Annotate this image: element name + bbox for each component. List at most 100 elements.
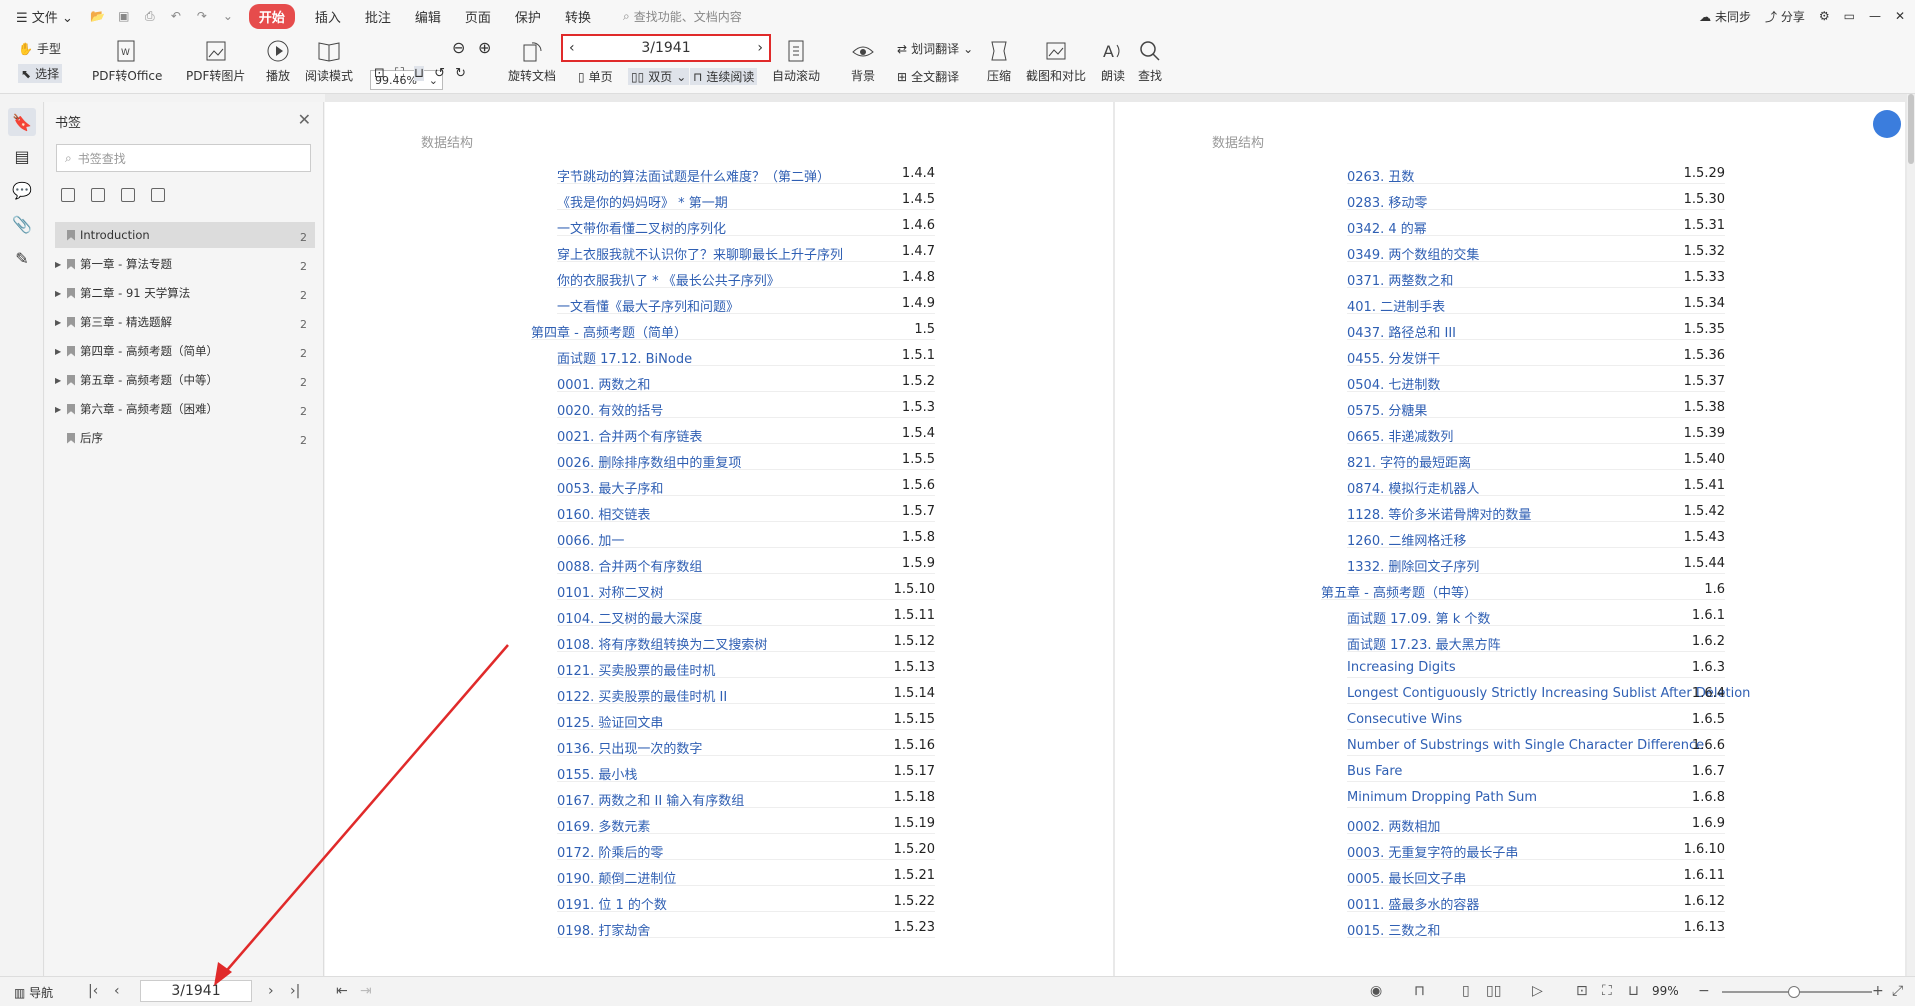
share-button[interactable]: ⤴ 分享 [1765,8,1805,25]
toc-row[interactable]: 0198. 打家劫舍 1.5.23 [557,918,935,939]
last-page-icon[interactable]: ›| [290,983,300,999]
toc-row[interactable]: 0121. 买卖股票的最佳时机 1.5.13 [557,658,935,679]
fit-page-icon[interactable]: ⛶ [1602,983,1612,999]
actual-size-icon[interactable]: ⊡ [1576,983,1588,999]
redo-icon[interactable]: ↷ [191,7,213,25]
fit-width-icon[interactable]: ⊔ [1628,983,1639,999]
continuous-icon[interactable]: ⊓ [1414,983,1425,999]
background-button[interactable]: 背景 [850,38,876,84]
toc-row[interactable]: 0263. 丑数 1.5.29 [1347,164,1725,185]
toc-row[interactable]: 0020. 有效的括号 1.5.3 [557,398,935,419]
play-button[interactable]: 播放 [265,38,291,84]
toc-row[interactable]: Consecutive Wins 1.6.5 [1347,710,1725,730]
toc-row[interactable]: 0104. 二叉树的最大深度 1.5.11 [557,606,935,627]
expand-arrow-icon[interactable]: ▶ [55,405,67,414]
auto-scroll-button[interactable]: 自动滚动 [772,38,820,84]
toc-row[interactable]: 面试题 17.12. BiNode 1.5.1 [557,346,935,367]
toc-row[interactable]: 0874. 模拟行走机器人 1.5.41 [1347,476,1725,497]
zoom-slider-handle[interactable] [1788,986,1800,998]
toc-row[interactable]: 0575. 分糖果 1.5.38 [1347,398,1725,419]
forward-icon[interactable]: ⇥ [360,983,372,999]
read-aloud-button[interactable]: A 朗读 [1100,38,1126,84]
rotate-right-icon[interactable]: ↻ [455,66,466,81]
page-number-input[interactable]: 3/1941 [140,980,252,1002]
attachment-icon[interactable]: 📎 [8,210,36,238]
toc-row[interactable]: 0437. 路径总和 III 1.5.35 [1347,320,1725,341]
expand-all-icon[interactable] [61,188,75,202]
tab-edit[interactable]: 编辑 [411,4,445,29]
toc-row[interactable]: 穿上衣服我就不认识你了？来聊聊最长上升子序列 1.4.7 [557,242,935,263]
settings-icon[interactable]: ⚙ [1819,9,1830,23]
function-search[interactable]: ⌕ 查找功能、文档内容 [623,8,742,25]
tab-convert[interactable]: 转换 [561,4,595,29]
vertical-scrollbar[interactable] [1907,94,1915,976]
expand-arrow-icon[interactable]: ▶ [55,347,67,356]
continuous-read-button[interactable]: ⊓ 连续阅读 [690,68,758,85]
close-icon[interactable]: ✕ [1895,9,1905,23]
thumbnail-icon[interactable]: ▤ [8,142,36,170]
toc-row[interactable]: 0011. 盛最多水的容器 1.6.12 [1347,892,1725,913]
toc-row[interactable]: 0122. 买卖股票的最佳时机 II 1.5.14 [557,684,935,705]
pdf-to-image-button[interactable]: PDF转图片 [186,38,245,84]
page-indicator-input[interactable]: 3/1941 [641,40,690,56]
tab-protect[interactable]: 保护 [511,4,545,29]
actual-size-icon[interactable]: ⊡ [374,66,385,81]
toc-row[interactable]: 0088. 合并两个有序数组 1.5.9 [557,554,935,575]
toc-row[interactable]: 0191. 位 1 的个数 1.5.22 [557,892,935,913]
read-mode-button[interactable]: 阅读模式 [305,38,353,84]
prev-page-icon[interactable]: ‹ [114,983,120,999]
toc-row[interactable]: 401. 二进制手表 1.5.34 [1347,294,1725,315]
word-translate-button[interactable]: ⇄ 划词翻译 ⌄ [897,40,973,57]
skin-icon[interactable]: ▭ [1844,9,1855,23]
toc-row[interactable]: 0190. 颠倒二进制位 1.5.21 [557,866,935,887]
select-tool[interactable]: ⬉ 选择 [18,64,63,83]
toc-row[interactable]: 0101. 对称二叉树 1.5.10 [557,580,935,601]
toc-row[interactable]: 1332. 删除回文子序列 1.5.44 [1347,554,1725,575]
toc-row[interactable]: 0003. 无重复字符的最长子串 1.6.10 [1347,840,1725,861]
compress-button[interactable]: 压缩 [986,38,1012,84]
print-icon[interactable]: ⎙ [139,7,161,25]
toc-row[interactable]: Minimum Dropping Path Sum 1.6.8 [1347,788,1725,808]
toc-row[interactable]: 1260. 二维网格迁移 1.5.43 [1347,528,1725,549]
toc-row[interactable]: 面试题 17.23. 最大黑方阵 1.6.2 [1347,632,1725,653]
toc-row[interactable]: 0160. 相交链表 1.5.7 [557,502,935,523]
toc-row[interactable]: 第五章 - 高频考题（中等） 1.6 [1321,580,1725,601]
toc-row[interactable]: 面试题 17.09. 第 k 个数 1.6.1 [1347,606,1725,627]
toc-row[interactable]: 0504. 七进制数 1.5.37 [1347,372,1725,393]
fit-page-icon[interactable]: ⛶ [395,66,404,81]
toc-row[interactable]: Bus Fare 1.6.7 [1347,762,1725,782]
toc-row[interactable]: 0026. 删除排序数组中的重复项 1.5.5 [557,450,935,471]
zoom-level[interactable]: 99% [1652,984,1679,998]
bookmark-item[interactable]: ▶ 第一章 - 算法专题 2 [55,251,315,277]
play-icon[interactable]: ▷ [1532,983,1543,999]
bookmark-item[interactable]: 后序 2 [55,425,315,451]
close-icon[interactable]: ✕ [298,110,311,129]
bookmark-search-input[interactable]: ⌕ 书签查找 [56,144,311,172]
double-page-button[interactable]: ▯▯ 双页 ⌄ [628,68,690,85]
toc-row[interactable]: 0665. 非递减数列 1.5.39 [1347,424,1725,445]
expand-arrow-icon[interactable]: ▶ [55,289,67,298]
toc-row[interactable]: 0066. 加一 1.5.8 [557,528,935,549]
next-page-icon[interactable]: › [757,40,763,56]
toc-row[interactable]: 0021. 合并两个有序链表 1.5.4 [557,424,935,445]
scroll-thumb[interactable] [1908,94,1914,164]
bookmark-item[interactable]: ▶ 第六章 - 高频考题（困难） 2 [55,396,315,422]
sync-button[interactable]: ☁ 未同步 [1699,8,1751,25]
toc-row[interactable]: 0172. 阶乘后的零 1.5.20 [557,840,935,861]
single-page-icon[interactable]: ▯ [1462,983,1470,999]
eye-icon[interactable]: ◉ [1370,983,1382,999]
bookmark-icon[interactable]: 🔖 [8,108,36,136]
tab-start[interactable]: 开始 [248,3,295,29]
toc-row[interactable]: Number of Substrings with Single Charact… [1347,736,1725,756]
toc-row[interactable]: 0455. 分发饼干 1.5.36 [1347,346,1725,367]
toc-row[interactable]: Longest Contiguously Strictly Increasing… [1347,684,1750,704]
toc-row[interactable]: 0371. 两整数之和 1.5.33 [1347,268,1725,289]
zoom-in-icon[interactable]: + [1872,983,1884,999]
toc-row[interactable]: 一文带你看懂二叉树的序列化 1.4.6 [557,216,935,237]
undo-icon[interactable]: ↶ [165,7,187,25]
comment-icon[interactable]: 💬 [8,176,36,204]
hand-tool[interactable]: ✋ 手型 [18,40,61,57]
open-icon[interactable]: 📂 [87,7,109,25]
collapse-all-icon[interactable] [91,188,105,202]
signature-icon[interactable]: ✎ [8,244,36,272]
